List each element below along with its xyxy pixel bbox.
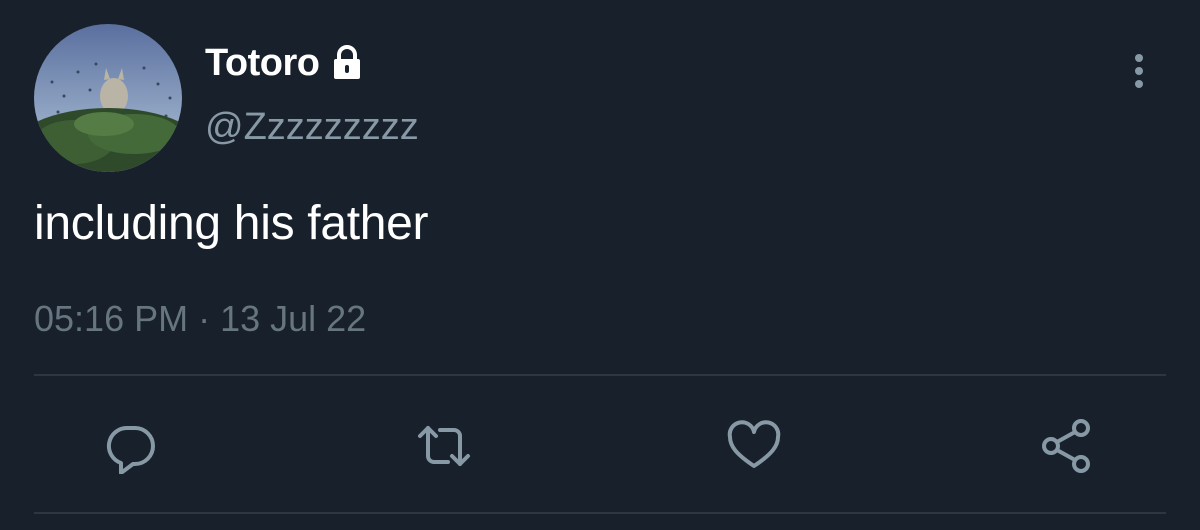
share-icon <box>1042 419 1090 473</box>
tweet-text: including his father <box>34 197 429 250</box>
tweet-date: 13 Jul 22 <box>220 298 367 339</box>
more-options-icon[interactable] <box>1124 50 1154 92</box>
tweet-detail: Totoro @Zzzzzzzzz including his father 0… <box>0 0 1200 530</box>
author-handle[interactable]: @Zzzzzzzzz <box>205 106 419 149</box>
avatar[interactable] <box>34 24 182 172</box>
heart-icon <box>727 420 781 468</box>
tweet-timestamp[interactable]: 05:16 PM · 13 Jul 22 <box>34 298 366 340</box>
share-button[interactable] <box>1035 414 1099 478</box>
avatar-image <box>34 24 182 172</box>
author-display-name[interactable]: Totoro <box>205 42 320 85</box>
action-bar <box>0 414 1200 478</box>
timestamp-separator: · <box>198 298 211 339</box>
reply-button[interactable] <box>99 414 163 478</box>
author-name-row: Totoro <box>205 40 367 86</box>
bottom-divider <box>34 512 1166 514</box>
retweet-button[interactable] <box>412 414 476 478</box>
like-button[interactable] <box>722 414 786 478</box>
reply-icon <box>106 425 155 474</box>
tweet-time: 05:16 PM <box>34 298 189 339</box>
lock-icon <box>327 43 367 83</box>
divider <box>34 374 1166 376</box>
retweet-icon <box>418 426 470 466</box>
